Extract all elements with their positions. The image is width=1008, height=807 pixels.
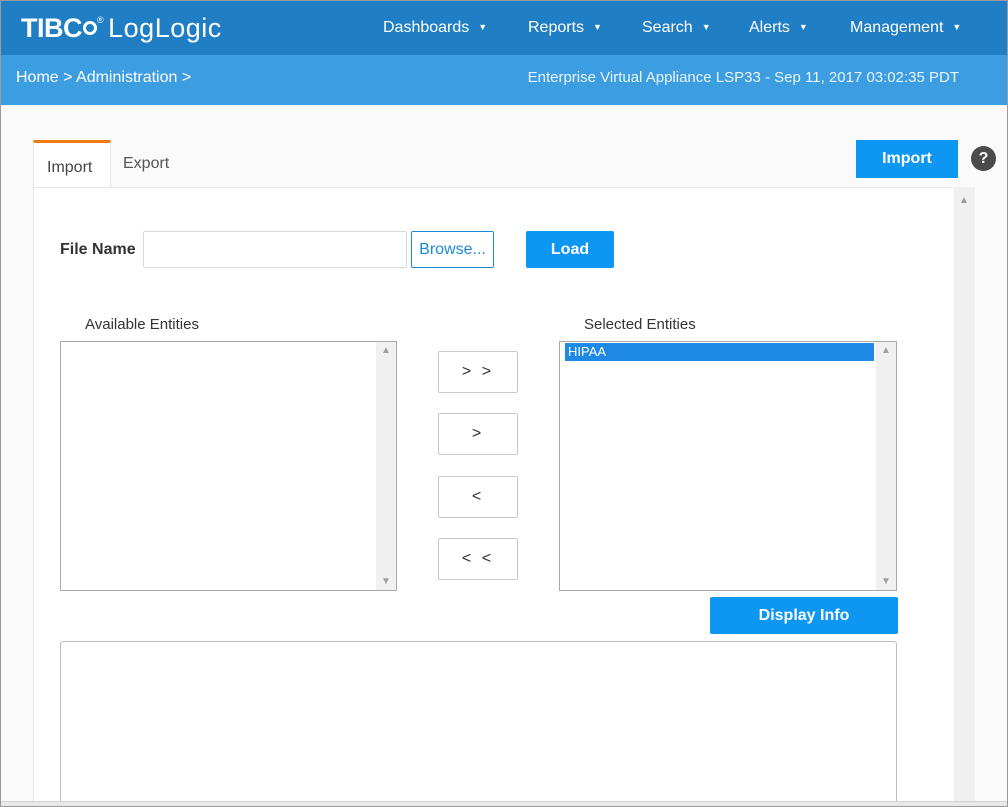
chevron-down-icon: ▼: [478, 22, 488, 32]
nav-reports[interactable]: Reports ▼: [528, 19, 602, 37]
info-display-area: [60, 641, 897, 806]
nav-dashboards[interactable]: Dashboards ▼: [383, 19, 487, 37]
selected-entities-list[interactable]: HIPAA ▲ ▼: [559, 341, 897, 591]
breadcrumb[interactable]: Home > Administration >: [16, 69, 191, 87]
horizontal-scrollbar[interactable]: [1, 801, 1007, 806]
chevron-down-icon: ▼: [798, 22, 808, 32]
tab-export[interactable]: Export: [123, 155, 169, 173]
add-all-button[interactable]: > >: [438, 351, 518, 393]
list-item[interactable]: HIPAA: [565, 343, 874, 361]
list-scrollbar[interactable]: ▲ ▼: [376, 342, 396, 590]
nav-alerts[interactable]: Alerts ▼: [749, 19, 808, 37]
remove-selected-button[interactable]: <: [438, 476, 518, 518]
remove-all-button[interactable]: < <: [438, 538, 518, 580]
selected-entities-label: Selected Entities: [584, 316, 696, 333]
scroll-down-icon[interactable]: ▼: [381, 576, 391, 587]
chevron-down-icon: ▼: [701, 22, 711, 32]
app-window: TIBC ® LogLogic Dashboards ▼ Reports ▼ Searc…: [0, 0, 1008, 807]
tab-import[interactable]: Import: [33, 140, 111, 188]
browse-button[interactable]: Browse...: [411, 231, 494, 268]
top-navigation-bar: TIBC ® LogLogic Dashboards ▼ Reports ▼ Searc…: [1, 1, 1007, 55]
display-info-button[interactable]: Display Info: [710, 597, 898, 634]
scroll-up-icon[interactable]: ▲: [959, 195, 969, 206]
add-selected-button[interactable]: >: [438, 413, 518, 455]
available-entities-list[interactable]: ▲ ▼: [60, 341, 397, 591]
chevron-down-icon: ▼: [593, 22, 602, 32]
appliance-info: Enterprise Virtual Appliance LSP33 - Sep…: [527, 69, 959, 86]
tibco-loglogic-logo: TIBC ® LogLogic: [21, 13, 222, 43]
nav-search[interactable]: Search ▼: [642, 19, 711, 37]
breadcrumb-bar: Home > Administration > Enterprise Virtu…: [1, 55, 1007, 105]
nav-management[interactable]: Management ▼: [850, 19, 961, 37]
help-icon[interactable]: ?: [971, 146, 996, 171]
list-scrollbar[interactable]: ▲ ▼: [876, 342, 896, 590]
scroll-up-icon[interactable]: ▲: [881, 345, 891, 356]
chevron-down-icon: ▼: [952, 22, 962, 32]
load-button[interactable]: Load: [526, 231, 614, 268]
page-scrollbar[interactable]: ▲: [954, 187, 975, 806]
scroll-up-icon[interactable]: ▲: [381, 345, 391, 356]
import-button[interactable]: Import: [856, 140, 958, 178]
available-entities-label: Available Entities: [85, 316, 199, 333]
logo-circle-icon: [83, 21, 97, 35]
scroll-down-icon[interactable]: ▼: [881, 576, 891, 587]
file-name-label: File Name: [60, 241, 136, 258]
file-name-input[interactable]: [143, 231, 407, 268]
